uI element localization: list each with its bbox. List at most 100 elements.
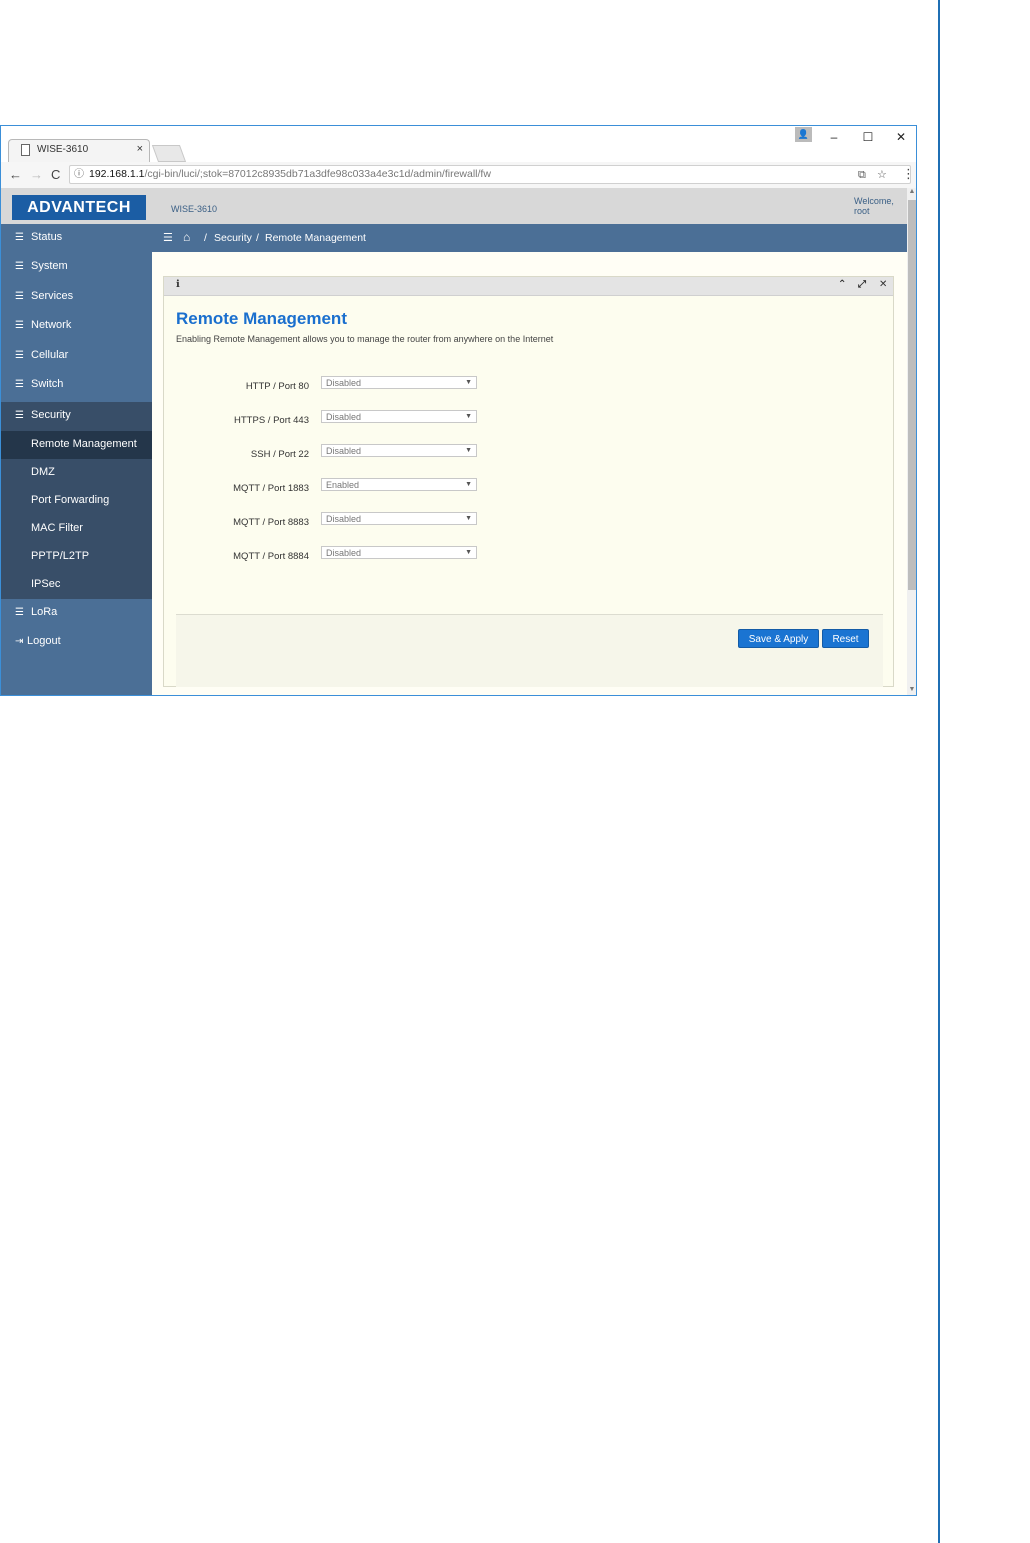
ssh-select[interactable]: Disabled ▼	[321, 444, 477, 457]
tab-bar: WISE-3610 × 👤 – ☐ ✕	[1, 126, 916, 162]
list-icon: ☰	[15, 607, 24, 618]
form-row-mqtt-1883: MQTT / Port 1883 Enabled ▼	[164, 478, 895, 498]
address-bar: ← → C ⓘ 192.168.1.1/cgi-bin/luci/;stok=8…	[1, 162, 916, 189]
select-value: Enabled	[326, 480, 360, 490]
page-description: Enabling Remote Management allows you to…	[176, 334, 554, 344]
scroll-up-icon[interactable]: ▲	[907, 188, 916, 195]
breadcrumb-separator: /	[256, 232, 259, 244]
welcome-text: Welcome,	[854, 196, 894, 206]
sidebar-nav: ☰ Status ☰ System ☰ Services ☰ Network ☰…	[1, 224, 152, 695]
sidebar-item-security[interactable]: ☰ Security	[1, 402, 152, 430]
page-icon	[21, 144, 30, 156]
list-icon: ☰	[15, 410, 24, 421]
menu-toggle-icon[interactable]: ☰	[163, 231, 173, 244]
submenu-item-dmz[interactable]: DMZ	[1, 459, 152, 487]
form-row-mqtt-8884: MQTT / Port 8884 Disabled ▼	[164, 546, 895, 566]
browser-menu-icon[interactable]: ⋮	[902, 166, 915, 182]
field-label: MQTT / Port 1883	[233, 483, 309, 494]
list-icon: ☰	[15, 232, 24, 243]
info-icon: ℹ	[176, 279, 180, 290]
close-window-button[interactable]: ✕	[891, 130, 911, 144]
submenu-item-label: IPSec	[31, 578, 61, 590]
sidebar-item-status[interactable]: ☰ Status	[1, 224, 152, 252]
field-label: SSH / Port 22	[250, 449, 309, 460]
browser-tab[interactable]: WISE-3610 ×	[8, 139, 150, 162]
sidebar-item-label: Logout	[27, 635, 61, 647]
chevron-down-icon: ▼	[465, 515, 472, 522]
field-label: HTTP / Port 80	[245, 381, 309, 392]
submenu-item-mac-filter[interactable]: MAC Filter	[1, 515, 152, 543]
scroll-down-icon[interactable]: ▼	[907, 686, 916, 693]
form-row-http: HTTP / Port 80 Disabled ▼	[164, 376, 895, 396]
breadcrumb-current-page: Remote Management	[265, 232, 366, 244]
breadcrumb-security[interactable]: Security	[214, 232, 252, 244]
chevron-down-icon: ▼	[465, 413, 472, 420]
select-value: Disabled	[326, 412, 362, 422]
panel-footer	[176, 615, 883, 687]
page-scrollbar[interactable]: ▲ ▼	[907, 188, 916, 695]
sidebar-item-services[interactable]: ☰ Services	[1, 283, 152, 311]
reset-button[interactable]: Reset	[822, 629, 869, 648]
list-icon: ☰	[15, 261, 24, 272]
submenu-item-label: Port Forwarding	[31, 494, 110, 506]
page-title: Remote Management	[176, 309, 347, 328]
sidebar-item-lora[interactable]: ☰ LoRa	[1, 599, 152, 627]
mqtt-1883-select[interactable]: Enabled ▼	[321, 478, 477, 491]
expand-icon[interactable]: ⤢	[858, 279, 866, 290]
sidebar-item-system[interactable]: ☰ System	[1, 253, 152, 281]
url-input[interactable]: ⓘ 192.168.1.1/cgi-bin/luci/;stok=87012c8…	[69, 165, 911, 184]
new-tab-button[interactable]	[151, 145, 187, 162]
submenu-item-remote-management[interactable]: Remote Management	[1, 431, 152, 459]
submenu-item-ipsec[interactable]: IPSec	[1, 571, 152, 599]
form-row-https: HTTPS / Port 443 Disabled ▼	[164, 410, 895, 430]
welcome-user: Welcome, root	[854, 196, 894, 216]
username: root	[854, 206, 870, 216]
forward-icon[interactable]: →	[30, 167, 43, 182]
mqtt-8883-select[interactable]: Disabled ▼	[321, 512, 477, 525]
chevron-down-icon: ▼	[465, 379, 472, 386]
https-select[interactable]: Disabled ▼	[321, 410, 477, 423]
reload-icon[interactable]: C	[51, 167, 60, 182]
select-value: Disabled	[326, 514, 362, 524]
sidebar-item-logout[interactable]: ⇥ Logout	[1, 628, 152, 656]
tab-title: WISE-3610	[37, 144, 89, 155]
field-label: HTTPS / Port 443	[234, 415, 309, 426]
sidebar-item-label: Network	[31, 319, 72, 331]
scrollbar-thumb[interactable]	[908, 200, 916, 590]
app-header: ADVANTECH WISE-3610 Welcome, root	[1, 188, 907, 224]
select-value: Disabled	[326, 548, 362, 558]
panel-header: ℹ ⌃ ⤢ ✕	[164, 277, 893, 296]
chevron-down-icon: ▼	[465, 481, 472, 488]
http-select[interactable]: Disabled ▼	[321, 376, 477, 389]
close-icon[interactable]: ✕	[879, 279, 887, 290]
url-path: /cgi-bin/luci/;stok=87012c8935db71a3dfe9…	[144, 168, 491, 180]
profile-icon[interactable]: 👤	[795, 127, 812, 142]
mqtt-8884-select[interactable]: Disabled ▼	[321, 546, 477, 559]
browser-window: WISE-3610 × 👤 – ☐ ✕ ← → C ⓘ 192.168.1.1/…	[0, 125, 917, 696]
router-web-ui: ADVANTECH WISE-3610 Welcome, root ☰ Stat…	[1, 188, 907, 695]
submenu-item-port-forwarding[interactable]: Port Forwarding	[1, 487, 152, 515]
sidebar-item-label: System	[31, 260, 68, 272]
maximize-button[interactable]: ☐	[858, 130, 878, 144]
security-submenu: ☰ Security Remote Management DMZ Port Fo…	[1, 402, 152, 599]
info-icon[interactable]: ⓘ	[74, 166, 84, 183]
sidebar-item-cellular[interactable]: ☰ Cellular	[1, 342, 152, 370]
sidebar-item-network[interactable]: ☰ Network	[1, 312, 152, 340]
sidebar-item-label: Security	[31, 409, 71, 421]
tab-close-icon[interactable]: ×	[137, 143, 143, 155]
url-host: 192.168.1.1	[89, 168, 145, 180]
field-label: MQTT / Port 8884	[233, 551, 309, 562]
sidebar-item-switch[interactable]: ☰ Switch	[1, 371, 152, 399]
collapse-icon[interactable]: ⌃	[838, 279, 846, 290]
save-apply-button[interactable]: Save & Apply	[738, 629, 819, 648]
back-icon[interactable]: ←	[9, 167, 22, 182]
bookmark-star-icon[interactable]: ☆	[877, 167, 887, 184]
device-model: WISE-3610	[171, 204, 218, 214]
page-edge-rule	[938, 0, 940, 1543]
submenu-item-pptp-l2tp[interactable]: PPTP/L2TP	[1, 543, 152, 571]
minimize-button[interactable]: –	[824, 130, 844, 144]
translate-icon[interactable]: ⧉	[858, 167, 866, 184]
advantech-logo[interactable]: ADVANTECH	[12, 195, 146, 220]
home-icon[interactable]: ⌂	[183, 230, 190, 244]
sidebar-item-label: Switch	[31, 378, 64, 390]
